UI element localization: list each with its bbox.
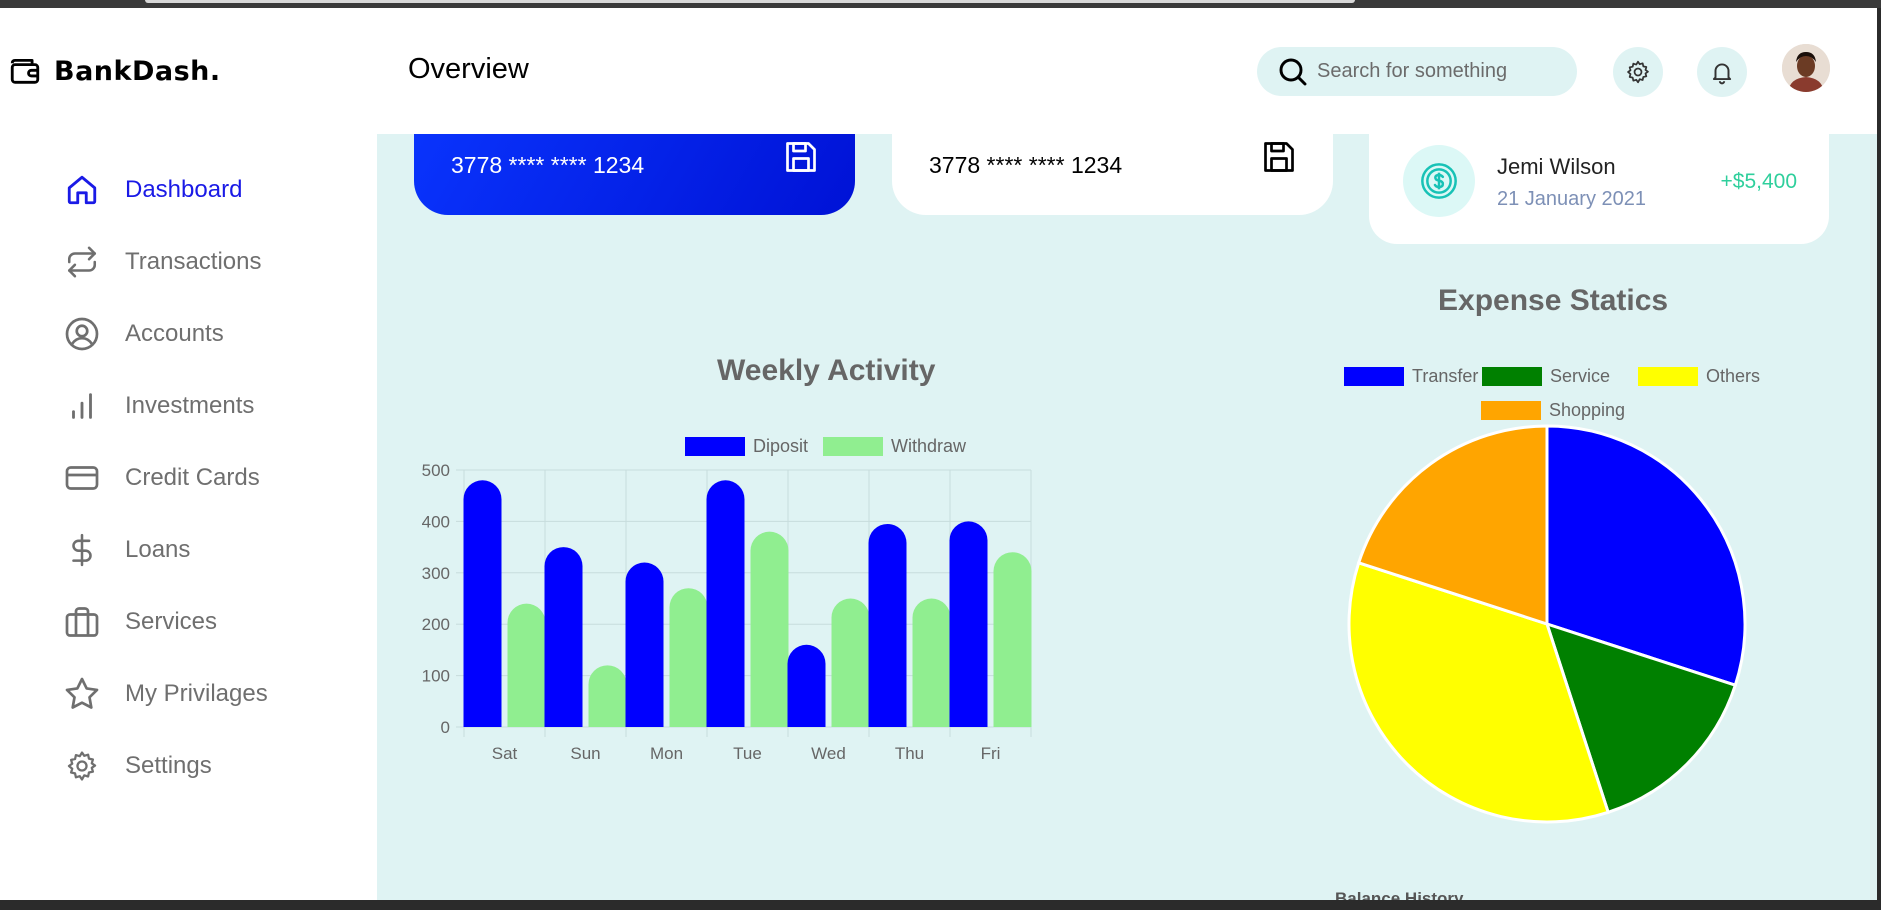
bar-withdraw (750, 531, 789, 727)
x-tick-label: Wed (811, 744, 846, 763)
transfer-icon (64, 244, 100, 280)
sidebar-item-credit-cards[interactable]: Credit Cards (64, 458, 260, 498)
bar-withdraw (669, 588, 708, 727)
wallet-icon (10, 58, 40, 84)
expense-statics-chart (1347, 424, 1747, 824)
legend-swatch (1482, 367, 1542, 386)
sidebar-item-label: Loans (125, 536, 191, 563)
bar-diposit (463, 480, 502, 727)
main-content: 3778 **** **** 1234 3778 **** **** 1234 … (377, 134, 1877, 900)
browser-top-strip (0, 0, 1881, 8)
sidebar-item-label: Settings (125, 752, 212, 779)
transaction-amount: +$5,400 (1720, 170, 1798, 193)
legend-item-service[interactable]: Service (1482, 366, 1610, 387)
recent-transaction-card: Jemi Wilson 21 January 2021 +$5,400 (1369, 134, 1829, 244)
window-edge (0, 900, 1881, 910)
settings-button[interactable] (1613, 47, 1663, 97)
bar-diposit (625, 562, 664, 727)
window-edge (1877, 8, 1881, 900)
page-title: Overview (408, 53, 529, 85)
expense-statics-title: Expense Statics (1438, 284, 1669, 317)
bar-diposit (787, 644, 826, 727)
y-tick-label: 0 (441, 718, 450, 737)
save-icon[interactable] (1261, 139, 1297, 175)
search-icon (1279, 58, 1307, 85)
y-tick-label: 300 (422, 564, 450, 583)
legend-item-shopping[interactable]: Shopping (1481, 400, 1625, 421)
gear-icon (64, 748, 100, 784)
legend-label: Shopping (1549, 400, 1626, 420)
legend-swatch (1638, 367, 1698, 386)
bar-withdraw (912, 598, 951, 727)
avatar[interactable] (1782, 44, 1830, 92)
logo[interactable]: BankDash. (8, 54, 221, 88)
bar-withdraw (831, 598, 870, 727)
star-icon (64, 676, 100, 712)
sidebar-item-label: Accounts (125, 320, 224, 347)
x-tick-label: Fri (981, 744, 1001, 763)
sidebar-item-investments[interactable]: Investments (64, 386, 254, 426)
sidebar-item-settings[interactable]: Settings (64, 746, 212, 786)
sidebar-item-accounts[interactable]: Accounts (64, 314, 224, 354)
transaction-name: Jemi Wilson (1497, 154, 1616, 179)
user-circle-icon (64, 316, 100, 352)
bar-withdraw (507, 603, 546, 727)
sidebar-item-my-privilages[interactable]: My Privilages (64, 674, 268, 714)
x-tick-label: Sun (570, 744, 600, 763)
y-tick-label: 500 (422, 461, 450, 480)
legend-item-transfer[interactable]: Transfer (1344, 366, 1478, 387)
x-tick-label: Sat (492, 744, 518, 763)
bar-diposit (868, 523, 907, 727)
coin-icon (1403, 145, 1475, 217)
search-input[interactable] (1315, 59, 1559, 84)
sidebar-item-label: My Privilages (125, 680, 268, 707)
dollar-icon (64, 532, 100, 568)
legend-swatch (1344, 367, 1404, 386)
sidebar-item-loans[interactable]: Loans (64, 530, 190, 570)
x-tick-label: Mon (650, 744, 683, 763)
sidebar: Dashboard Transactions Accounts Investme… (0, 134, 377, 900)
y-tick-label: 400 (422, 512, 450, 531)
sidebar-item-dashboard[interactable]: Dashboard (64, 170, 242, 210)
sidebar-item-services[interactable]: Services (64, 602, 217, 642)
legend-label: Service (1550, 366, 1611, 386)
y-tick-label: 200 (422, 615, 450, 634)
legend-label: Others (1706, 366, 1761, 386)
bar-chart-icon (64, 388, 100, 424)
home-icon (64, 172, 100, 208)
user-avatar-icon (1782, 44, 1830, 92)
bar-withdraw (588, 665, 627, 727)
transaction-date: 21 January 2021 (1497, 188, 1647, 210)
sidebar-item-transactions[interactable]: Transactions (64, 242, 262, 282)
weekly-activity-chart: 0 100 200 300 400 500 Sat Sun Mon Tue Wed Thu Fri (422, 461, 1032, 763)
legend-label: Transfer (1412, 366, 1479, 386)
balance-history-title: Balance History (1335, 889, 1464, 900)
sidebar-item-label: Transactions (125, 248, 262, 275)
x-tick-label: Thu (895, 744, 924, 763)
sidebar-item-label: Dashboard (125, 176, 243, 203)
sidebar-item-label: Investments (125, 392, 255, 419)
bar-withdraw (993, 552, 1032, 727)
x-tick-label: Tue (733, 744, 762, 763)
bell-icon (1712, 63, 1732, 85)
legend-swatch (1481, 401, 1541, 420)
y-tick-label: 100 (422, 667, 450, 686)
bar-diposit (706, 480, 745, 727)
legend-item-others[interactable]: Others (1638, 366, 1760, 387)
search-bar[interactable] (1257, 47, 1577, 96)
sidebar-item-label: Credit Cards (125, 464, 260, 491)
bar-diposit (544, 547, 583, 727)
logo-text: BankDash. (54, 55, 221, 87)
sidebar-item-label: Services (125, 608, 218, 635)
briefcase-icon (64, 604, 100, 640)
browser-tab-edge (145, 0, 1355, 3)
credit-card-icon (64, 460, 100, 496)
notifications-button[interactable] (1697, 47, 1747, 97)
gear-icon (1627, 60, 1649, 84)
app-window: BankDash. Overview Search for something … (0, 8, 1877, 900)
top-header: BankDash. Overview (0, 8, 1877, 134)
bar-diposit (949, 521, 988, 727)
